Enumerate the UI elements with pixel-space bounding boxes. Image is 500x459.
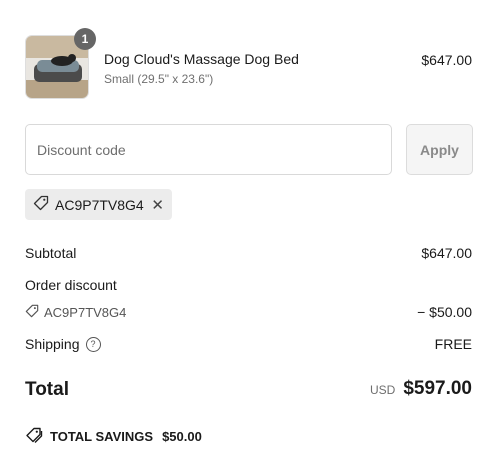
help-icon[interactable]: ? [85, 336, 101, 352]
apply-button[interactable]: Apply [406, 124, 473, 175]
subtotal-label: Subtotal [25, 245, 77, 261]
total-label: Total [25, 379, 69, 400]
product-title: Dog Cloud's Massage Dog Bed [104, 51, 299, 67]
remove-discount-icon[interactable]: ✕ [151, 196, 164, 214]
quantity-badge: 1 [74, 28, 96, 50]
discount-code-input[interactable] [25, 124, 392, 175]
savings-value: $50.00 [162, 429, 202, 444]
shipping-value: FREE [434, 336, 472, 352]
shipping-row: Shipping ? [25, 336, 101, 352]
product-variant: Small (29.5" x 23.6") [104, 72, 214, 86]
savings-label: TOTAL SAVINGS [50, 429, 154, 444]
applied-code-label: AC9P7TV8G4 [55, 196, 144, 213]
currency-code: USD [369, 383, 396, 397]
order-discount-label: Order discount [25, 277, 117, 293]
total-value: $597.00 [403, 378, 472, 399]
discount-value: − $50.00 [417, 304, 472, 320]
shipping-label: Shipping [25, 336, 80, 352]
tag-icon [25, 304, 39, 321]
total-savings: TOTAL SAVINGS $50.00 [25, 427, 202, 446]
tags-icon [25, 427, 43, 446]
total-price: USD $597.00 [370, 378, 472, 400]
discount-code-row: AC9P7TV8G4 [25, 304, 126, 321]
discount-code-text: AC9P7TV8G4 [44, 305, 127, 320]
applied-discount-chip: AC9P7TV8G4 ✕ [25, 189, 172, 220]
tag-icon [33, 195, 49, 214]
product-price: $647.00 [421, 52, 472, 68]
subtotal-value: $647.00 [421, 245, 472, 261]
